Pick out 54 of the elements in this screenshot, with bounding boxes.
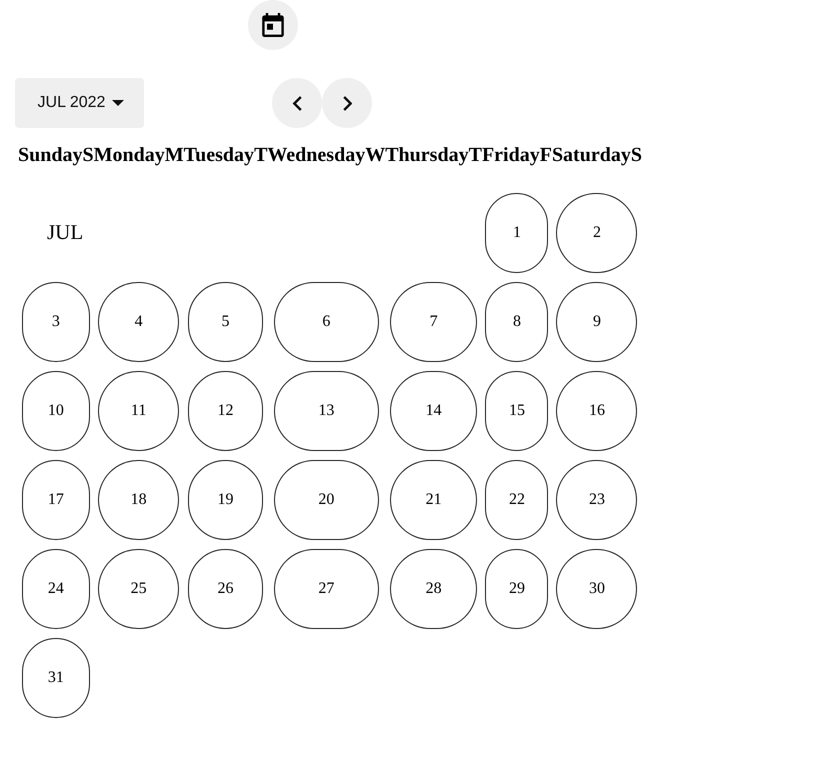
day-button[interactable]: 15 [485,370,548,450]
day-button[interactable]: 30 [556,548,638,628]
weekday-initial: T [254,144,268,166]
weekday-name: Wednesday [267,144,366,166]
day-button[interactable]: 21 [390,460,478,540]
day-button[interactable]: 3 [22,282,90,362]
day-button[interactable]: 10 [22,370,90,450]
weekday-initial: F [540,144,552,166]
previous-month-button[interactable] [272,78,322,128]
day-button[interactable]: 13 [274,370,379,450]
day-button[interactable]: 6 [274,282,379,362]
day-button[interactable]: 17 [22,460,90,540]
weekday-initial: S [630,144,642,166]
day-button[interactable]: 5 [188,282,264,362]
weekday-initial: M [164,144,184,166]
weekday-name: Tuesday [184,144,254,166]
month-year-button[interactable]: JUL 2022 [15,78,144,128]
weekday-name: Thursday [385,144,469,166]
day-button[interactable]: 4 [98,282,180,362]
day-button[interactable]: 18 [98,460,180,540]
day-button[interactable]: 11 [98,370,180,450]
day-button[interactable]: 12 [188,370,264,450]
next-month-button[interactable] [322,78,372,128]
day-button[interactable]: 25 [98,548,180,628]
calendar-icon [262,13,284,37]
day-button[interactable]: 22 [485,460,548,540]
day-button[interactable]: 16 [556,370,638,450]
day-button[interactable]: 31 [22,638,90,718]
caret-icon [112,100,124,106]
day-button[interactable]: 29 [485,548,548,628]
month-label: JUL [47,220,84,244]
calendar-button[interactable] [248,0,298,50]
day-button[interactable]: 19 [188,460,264,540]
chevron-right-icon [342,96,352,110]
weekday-name: Friday [482,144,540,166]
chevron-left-icon [292,96,302,110]
weekday-name: Sunday [18,144,82,166]
day-button[interactable]: 8 [485,282,548,362]
day-button[interactable]: 20 [274,460,379,540]
weekday-name: Saturday [552,144,631,166]
day-button[interactable]: 27 [274,548,379,628]
day-button[interactable]: 24 [22,548,90,628]
weekday-initial: S [82,144,94,166]
day-button[interactable]: 14 [390,370,478,450]
day-button[interactable]: 23 [556,460,638,540]
day-button[interactable]: 26 [188,548,264,628]
weekday-name: Monday [94,144,165,166]
weekday-initial: T [468,144,482,166]
day-button[interactable]: 28 [390,548,478,628]
weekday-initial: W [365,144,386,166]
day-button[interactable]: 1 [485,192,548,272]
day-button[interactable]: 9 [556,282,638,362]
day-button[interactable]: 7 [390,282,478,362]
day-button[interactable]: 2 [556,192,638,272]
